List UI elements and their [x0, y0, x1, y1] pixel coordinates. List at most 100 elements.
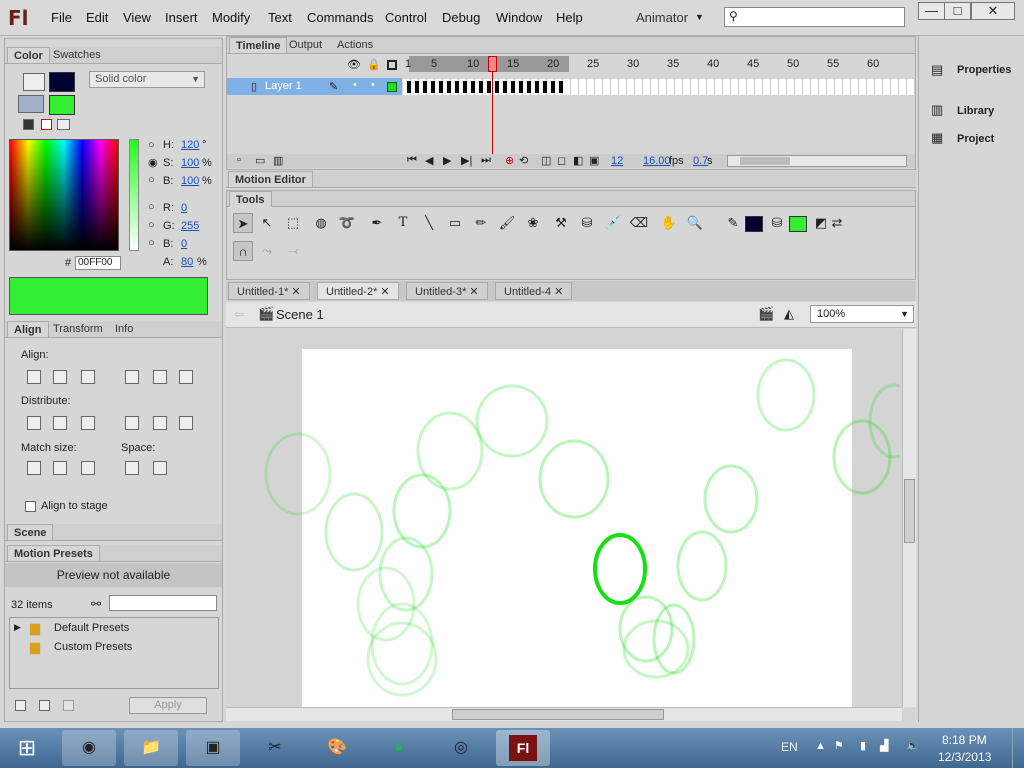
onion-outline-icon[interactable]: ◻ — [557, 154, 566, 167]
tool-stroke-swatch[interactable] — [745, 216, 763, 232]
menu-control[interactable]: Control — [385, 10, 427, 25]
lock-dot[interactable]: • — [371, 79, 375, 91]
stroke-color-tool-icon[interactable]: ✎ — [723, 213, 743, 233]
new-folder-icon[interactable]: ▭ — [255, 154, 265, 167]
align-right-icon[interactable] — [81, 370, 95, 384]
swap-colors-icon[interactable]: ⇄ — [827, 213, 847, 233]
tab-transform[interactable]: Transform — [47, 321, 109, 337]
library-button[interactable]: Library — [957, 105, 994, 117]
tab-motion-presets[interactable]: Motion Presets — [7, 545, 100, 561]
task-manager-icon[interactable]: ▣ — [186, 730, 240, 766]
new-preset-icon[interactable] — [15, 700, 26, 711]
paint-icon[interactable]: 🎨 — [310, 730, 364, 766]
tab-info[interactable]: Info — [109, 321, 139, 337]
menu-text[interactable]: Text — [268, 10, 292, 25]
app-icon[interactable]: ◎ — [434, 730, 488, 766]
distribute-hcenter-icon[interactable] — [153, 416, 167, 430]
lock-icon[interactable]: 🔒 — [367, 58, 381, 71]
first-frame-icon[interactable]: ⏮ — [407, 154, 417, 167]
tab-color[interactable]: Color — [7, 47, 50, 63]
preset-folder-custom[interactable]: Custom Presets — [54, 641, 132, 653]
stroke-pencil-icon[interactable] — [23, 73, 45, 91]
tab-align[interactable]: Align — [7, 321, 49, 337]
spotify-icon[interactable]: ● — [372, 730, 426, 766]
brightness-slider[interactable] — [129, 139, 139, 251]
close-icon[interactable]: ✕ — [380, 286, 389, 298]
chevron-down-icon[interactable]: ▼ — [695, 12, 704, 22]
h-radio[interactable]: ○ — [148, 139, 155, 151]
step-forward-icon[interactable]: ▶| — [461, 154, 472, 167]
show-desktop-button[interactable] — [1012, 728, 1024, 768]
distribute-vcenter-icon[interactable] — [53, 416, 67, 430]
straighten-icon[interactable]: ⤙ — [283, 241, 303, 261]
close-icon[interactable]: ✕ — [554, 286, 563, 298]
stroke-color-swatch[interactable] — [49, 72, 75, 92]
alpha-value[interactable]: 80 — [181, 256, 193, 268]
doc-tab-untitled-4[interactable]: Untitled-4 ✕ — [495, 282, 573, 300]
fill-color-swatch[interactable] — [49, 95, 75, 115]
b-radio[interactable]: ○ — [148, 174, 155, 186]
onion-skin-icon[interactable]: ◫ — [541, 154, 551, 167]
align-to-stage-checkbox[interactable] — [25, 501, 36, 512]
preset-search-input[interactable] — [109, 595, 217, 611]
zoom-select[interactable]: 100% ▼ — [810, 305, 914, 323]
space-horizontal-icon[interactable] — [153, 461, 167, 475]
tab-motion-editor[interactable]: Motion Editor — [228, 171, 313, 187]
minimize-button[interactable]: — — [918, 2, 945, 20]
clock-date[interactable]: 12/3/2013 — [938, 750, 991, 764]
tab-output[interactable]: Output — [283, 37, 328, 53]
action-center-icon[interactable]: ⚑ — [834, 739, 844, 752]
paint-bucket-tool-icon[interactable]: ⛁ — [577, 213, 597, 233]
loop-icon[interactable]: ⟲ — [519, 154, 528, 167]
rectangle-tool-icon[interactable]: ▭ — [445, 213, 465, 233]
help-search-input[interactable]: ⚲ — [724, 7, 905, 27]
no-color-icon[interactable] — [41, 119, 52, 130]
tab-scene[interactable]: Scene — [7, 524, 54, 540]
frame-rate[interactable]: 16.00 — [643, 155, 671, 167]
apply-button[interactable]: Apply — [129, 697, 207, 714]
align-hcenter-icon[interactable] — [53, 370, 67, 384]
align-left-icon[interactable] — [27, 370, 41, 384]
eraser-tool-icon[interactable]: ⌫ — [629, 213, 649, 233]
delete-layer-icon[interactable]: ▥ — [273, 154, 283, 167]
language-indicator[interactable]: EN — [781, 740, 798, 754]
menu-debug[interactable]: Debug — [442, 10, 480, 25]
lasso-tool-icon[interactable]: ➰ — [337, 213, 357, 233]
align-bottom-icon[interactable] — [179, 370, 193, 384]
last-frame-icon[interactable]: ⏭ — [481, 154, 491, 167]
tab-actions[interactable]: Actions — [331, 37, 379, 53]
doc-tab-untitled-1[interactable]: Untitled-1* ✕ — [228, 282, 310, 300]
scroll-thumb[interactable] — [904, 479, 915, 543]
menu-file[interactable]: File — [51, 10, 72, 25]
flash-taskbar-icon[interactable]: Fl — [496, 730, 550, 766]
zoom-tool-icon[interactable]: 🔍 — [685, 213, 705, 233]
selection-tool-icon[interactable]: ➤ — [233, 213, 253, 233]
match-height-icon[interactable] — [53, 461, 67, 475]
b-value[interactable]: 100 — [181, 175, 199, 187]
chrome-icon[interactable]: ◉ — [62, 730, 116, 766]
match-both-icon[interactable] — [81, 461, 95, 475]
menu-insert[interactable]: Insert — [165, 10, 198, 25]
stage-drawing[interactable] — [226, 329, 900, 705]
play-icon[interactable]: ▶ — [443, 154, 451, 167]
distribute-left-icon[interactable] — [125, 416, 139, 430]
outline-icon[interactable] — [387, 60, 397, 70]
network-icon[interactable]: ▟ — [880, 739, 888, 752]
hex-input[interactable]: 00FF00 — [75, 256, 121, 270]
blue-value[interactable]: 0 — [181, 238, 187, 250]
tab-tools[interactable]: Tools — [229, 191, 272, 207]
edit-scene-icon[interactable]: 🎬 — [758, 306, 774, 322]
close-icon[interactable]: ✕ — [291, 286, 300, 298]
bone-tool-icon[interactable]: ⚒ — [551, 213, 571, 233]
elapsed-time[interactable]: 0.7 — [693, 155, 708, 167]
align-top-icon[interactable] — [125, 370, 139, 384]
modify-markers-icon[interactable]: ▣ — [589, 154, 599, 167]
expand-arrow-icon[interactable]: ▶ — [14, 622, 21, 633]
subselection-tool-icon[interactable]: ↖ — [257, 213, 277, 233]
menu-edit[interactable]: Edit — [86, 10, 108, 25]
r-value[interactable]: 0 — [181, 202, 187, 214]
timeline-scrollbar[interactable] — [727, 155, 907, 167]
3d-rotation-tool-icon[interactable]: ◍ — [311, 213, 331, 233]
align-vcenter-icon[interactable] — [153, 370, 167, 384]
horizontal-scrollbar[interactable] — [226, 707, 902, 721]
